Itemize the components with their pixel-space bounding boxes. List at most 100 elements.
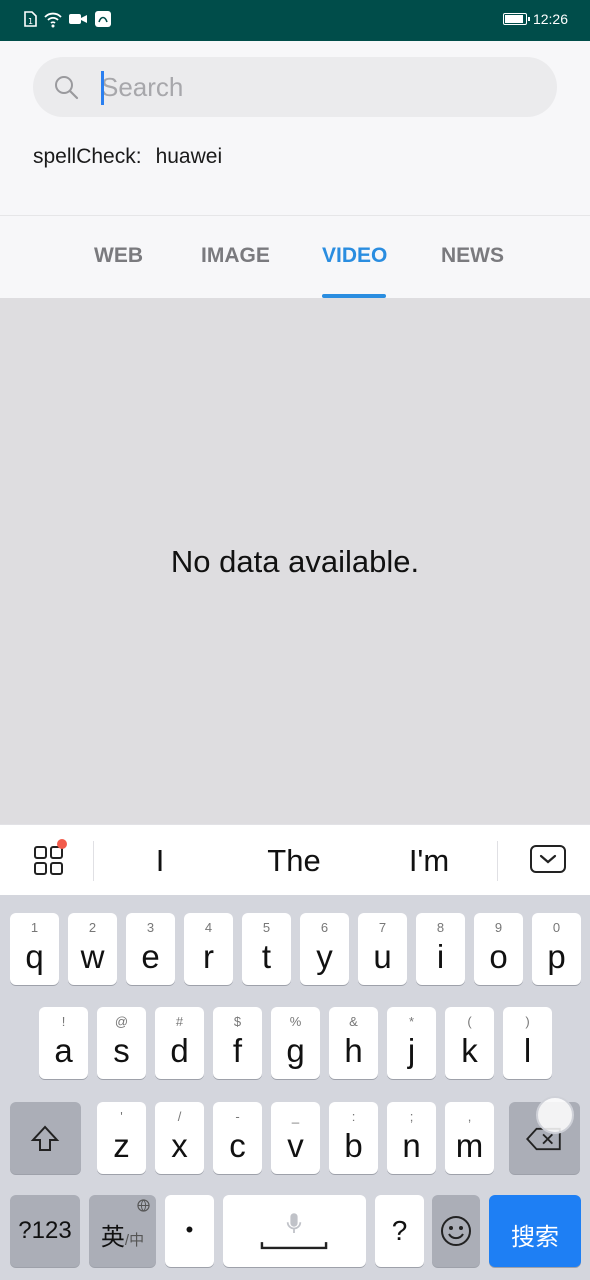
search-icon: [55, 76, 79, 100]
key-letter: e: [141, 938, 160, 975]
search-action-key[interactable]: 搜索: [489, 1195, 581, 1267]
key-u[interactable]: 7u: [358, 913, 407, 985]
key-hint: 1: [30, 920, 39, 935]
key-m[interactable]: ,m: [445, 1102, 494, 1174]
key-letter: h: [344, 1032, 363, 1069]
key-hint: /: [177, 1109, 182, 1124]
key-hint: !: [61, 1014, 66, 1029]
key-hint: 7: [378, 920, 387, 935]
key-d[interactable]: # d: [155, 1007, 204, 1079]
key-a[interactable]: ! a: [39, 1007, 88, 1079]
emoji-icon: [441, 1216, 471, 1246]
shift-key[interactable]: [10, 1102, 81, 1174]
key-t[interactable]: 5t: [242, 913, 291, 985]
key-hint: 8: [436, 920, 445, 935]
key-hint: (: [467, 1014, 472, 1029]
tab-news[interactable]: NEWS: [441, 244, 504, 268]
app-notification-icon: [95, 11, 111, 27]
key-letter: t: [261, 938, 272, 975]
search-area: spellCheck: huawei: [0, 41, 590, 216]
key-hint: 2: [88, 920, 97, 935]
key-letter: l: [523, 1032, 532, 1069]
search-input[interactable]: [101, 69, 521, 105]
key-i[interactable]: 8i: [416, 913, 465, 985]
apps-grid-icon[interactable]: [33, 845, 65, 877]
key-q[interactable]: 1q: [10, 913, 59, 985]
key-l[interactable]: ) l: [503, 1007, 552, 1079]
key-hint: @: [114, 1014, 129, 1029]
search-box[interactable]: [33, 57, 557, 117]
key-c[interactable]: -c: [213, 1102, 262, 1174]
language-switch-key[interactable]: 英/中: [89, 1195, 156, 1267]
suggestion-word[interactable]: I'm: [369, 843, 489, 879]
key-letter: n: [402, 1127, 421, 1164]
lang-primary: 英: [100, 1224, 125, 1251]
key-hint: 4: [204, 920, 213, 935]
floating-assist-button[interactable]: [536, 1096, 574, 1134]
key-s[interactable]: @ s: [97, 1007, 146, 1079]
globe-icon: [137, 1199, 150, 1212]
key-letter: v: [287, 1127, 304, 1164]
tab-video[interactable]: VIDEO: [322, 244, 387, 268]
key-letter: q: [25, 938, 44, 975]
key-e[interactable]: 3e: [126, 913, 175, 985]
results-area: No data available.: [0, 298, 590, 824]
key-o[interactable]: 9o: [474, 913, 523, 985]
suggestion-word[interactable]: I: [100, 843, 220, 879]
tab-web[interactable]: WEB: [94, 244, 143, 268]
key-letter: y: [316, 938, 333, 975]
space-key[interactable]: [223, 1195, 366, 1267]
key-x[interactable]: / x: [155, 1102, 204, 1174]
clock: 12:26: [532, 11, 568, 27]
question-mark-key[interactable]: ?: [375, 1195, 424, 1267]
status-icons-left: 1: [22, 10, 112, 28]
suggestion-separator: [497, 841, 498, 881]
key-letter: g: [286, 1032, 305, 1069]
key-z[interactable]: ' z: [97, 1102, 146, 1174]
key-v[interactable]: _ v: [271, 1102, 320, 1174]
microphone-icon: [286, 1213, 302, 1233]
key-f[interactable]: $ f: [213, 1007, 262, 1079]
suggestion-word[interactable]: The: [234, 843, 354, 879]
key-w[interactable]: 2w: [68, 913, 117, 985]
key-p[interactable]: 0p: [532, 913, 581, 985]
dot-key[interactable]: •: [165, 1195, 214, 1267]
key-j[interactable]: * j: [387, 1007, 436, 1079]
key-b[interactable]: :b: [329, 1102, 378, 1174]
symbols-key[interactable]: ?123: [10, 1195, 80, 1267]
key-letter: w: [80, 938, 105, 975]
key-letter: i: [436, 938, 445, 975]
key-n[interactable]: ; n: [387, 1102, 436, 1174]
key-letter: s: [113, 1032, 130, 1069]
key-hint: 3: [146, 920, 155, 935]
key-letter: j: [407, 1032, 416, 1069]
key-hint: _: [291, 1109, 300, 1124]
status-bar: 1 12:26: [0, 0, 590, 41]
key-hint: *: [408, 1014, 415, 1029]
key-g[interactable]: % g: [271, 1007, 320, 1079]
key-h[interactable]: & h: [329, 1007, 378, 1079]
key-hint: 9: [494, 920, 503, 935]
sim-icon: 1: [24, 11, 37, 27]
keyboard-suggestion-bar: I The I'm: [0, 824, 590, 895]
shift-icon: [30, 1125, 60, 1151]
tab-image[interactable]: IMAGE: [201, 244, 270, 268]
space-bar-icon: [260, 1242, 328, 1250]
key-letter: k: [461, 1032, 478, 1069]
search-type-tabs: WEB IMAGE VIDEO NEWS: [0, 216, 590, 298]
key-letter: m: [455, 1127, 484, 1164]
hide-keyboard-icon[interactable]: [530, 845, 566, 875]
key-hint: 5: [262, 920, 271, 935]
key-r[interactable]: 4r: [184, 913, 233, 985]
key-k[interactable]: (k: [445, 1007, 494, 1079]
key-hint: -: [235, 1109, 240, 1124]
status-icons-right: 12:26: [502, 11, 568, 27]
spellcheck-suggestion[interactable]: huawei: [156, 145, 223, 168]
key-letter: p: [547, 938, 566, 975]
key-letter: z: [113, 1127, 130, 1164]
key-hint: ): [525, 1014, 530, 1029]
key-y[interactable]: 6y: [300, 913, 349, 985]
spellcheck-row: spellCheck: huawei: [33, 145, 222, 169]
emoji-key[interactable]: [432, 1195, 480, 1267]
key-hint: ,: [467, 1109, 472, 1124]
